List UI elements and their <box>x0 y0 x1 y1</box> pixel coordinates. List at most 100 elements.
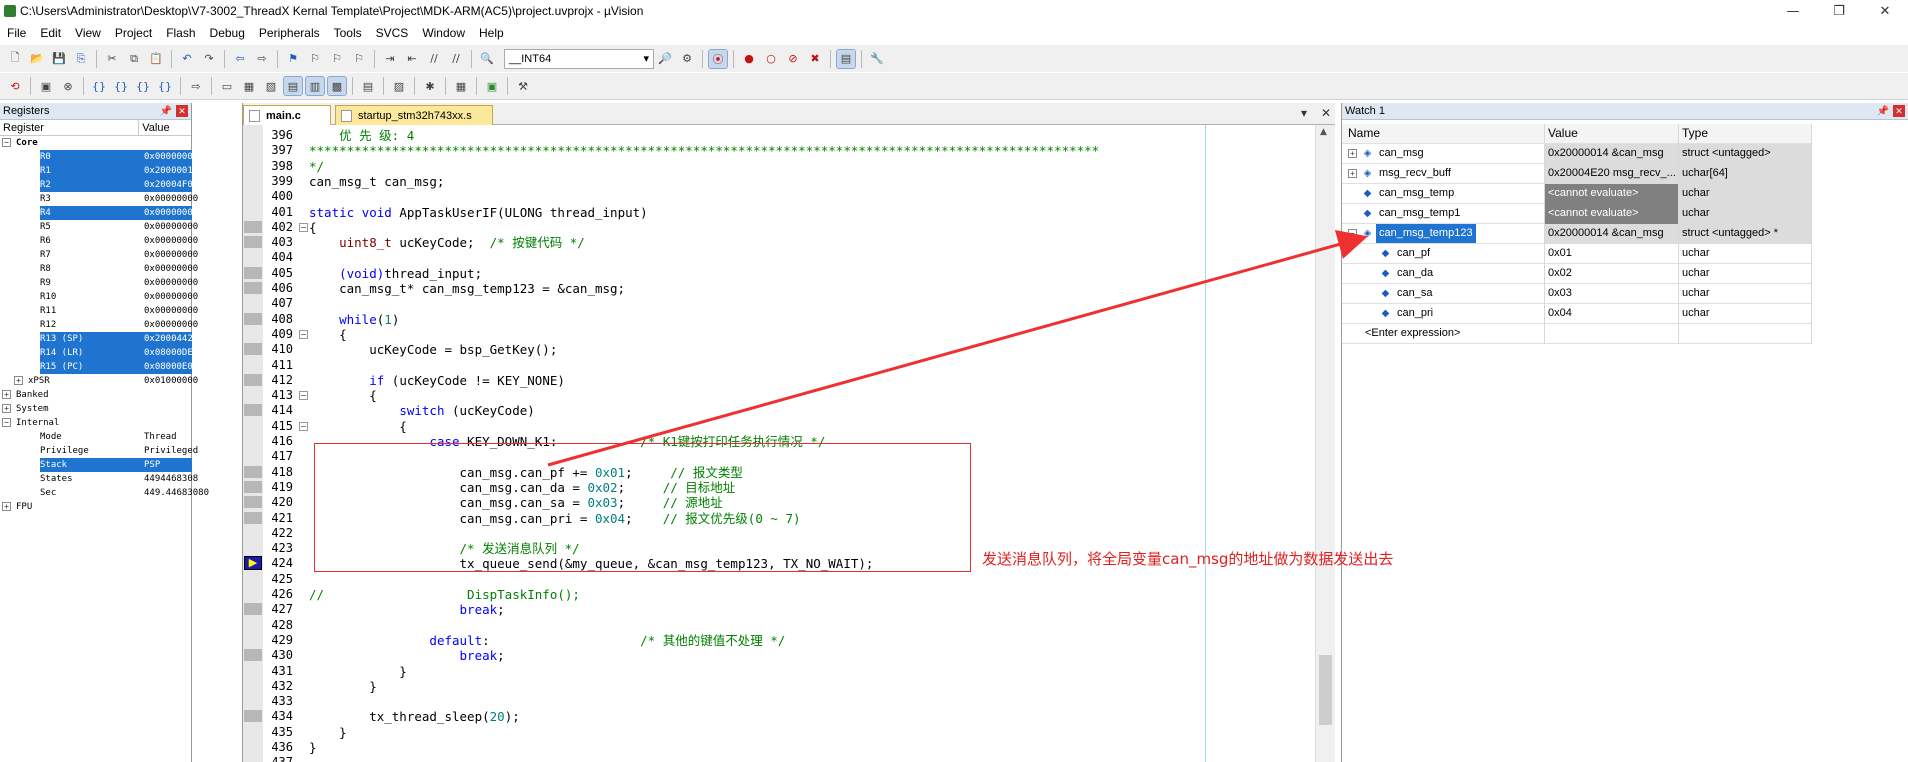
register-value[interactable] <box>144 500 192 514</box>
code-line[interactable]: // DispTaskInfo(); <box>309 587 580 602</box>
register-value[interactable]: 0x00000000 <box>144 220 198 234</box>
register-row[interactable]: Mode Thread <box>0 430 191 444</box>
watch-name-cell[interactable]: ◆ can_da <box>1342 264 1545 284</box>
watch-name-cell[interactable]: ◆ can_pri <box>1342 304 1545 324</box>
register-row[interactable]: R11 0x00000000 <box>0 304 198 318</box>
register-row[interactable]: R12 0x00000000 <box>0 318 198 332</box>
menu-window[interactable]: Window <box>415 26 472 40</box>
watch-windows-icon[interactable]: ▩ <box>327 76 347 96</box>
debug-session-icon[interactable]: ⦿ <box>708 48 728 69</box>
type-column-header[interactable]: Type <box>1679 124 1812 144</box>
code-line[interactable]: } <box>309 725 347 740</box>
code-line[interactable]: } <box>309 679 377 694</box>
register-row[interactable]: + Banked <box>0 388 191 402</box>
step-out-icon[interactable]: {} <box>134 77 152 95</box>
analysis-window-icon[interactable]: ✱ <box>421 77 439 95</box>
menu-project[interactable]: Project <box>108 26 159 40</box>
register-value[interactable]: 0x00000001 <box>144 206 198 220</box>
window-layout-icon[interactable]: ▤ <box>836 48 856 69</box>
redo-icon[interactable]: ↷ <box>200 50 218 68</box>
register-value[interactable] <box>144 416 192 430</box>
code-line[interactable]: /* 发送消息队列 */ <box>309 541 580 556</box>
watch-value[interactable]: 0x03 <box>1545 284 1679 304</box>
close-button[interactable]: ✕ <box>1862 0 1908 22</box>
paste-icon[interactable]: 📋 <box>147 50 165 68</box>
code-line[interactable]: uint8_t ucKeyCode; /* 按键代码 */ <box>309 235 585 250</box>
value-column-header[interactable]: Value <box>1545 124 1679 144</box>
watch-name-cell[interactable]: + ◈ msg_recv_buff <box>1342 164 1545 184</box>
register-row[interactable]: R14 (LR) 0x08000DE9 <box>0 346 198 360</box>
menu-help[interactable]: Help <box>472 26 511 40</box>
code-coverage-marker[interactable] <box>244 649 262 661</box>
watch-name-cell[interactable]: ◆ can_sa <box>1342 284 1545 304</box>
menu-edit[interactable]: Edit <box>33 26 68 40</box>
watch-row[interactable]: ◆ can_sa 0x03 uchar <box>1342 284 1812 304</box>
code-line[interactable]: case KEY_DOWN_K1: /* K1键按打印任务执行情况 */ <box>309 434 825 449</box>
register-row[interactable]: R2 0x20004F00 <box>0 178 198 192</box>
register-row[interactable]: R8 0x00000000 <box>0 262 198 276</box>
prev-bookmark-icon[interactable]: ⚐ <box>306 50 324 68</box>
code-coverage-marker[interactable] <box>244 466 262 478</box>
code-line[interactable]: (void)thread_input; <box>309 266 482 281</box>
code-line[interactable]: can_msg.can_da = 0x02; // 目标地址 <box>309 480 736 495</box>
watch-row[interactable]: + ◈ can_msg 0x20000014 &can_msg struct <unta… <box>1342 144 1812 164</box>
watch-value[interactable]: 0x01 <box>1545 244 1679 264</box>
enable-breakpoint-icon[interactable]: ○ <box>762 50 780 68</box>
fold-toggle-icon[interactable]: − <box>299 223 308 232</box>
watch-name-cell[interactable]: <Enter expression> <box>1342 324 1545 344</box>
navigate-back-icon[interactable]: ⇦ <box>231 50 249 68</box>
symbols-window-icon[interactable]: ▧ <box>262 77 280 95</box>
code-coverage-marker[interactable] <box>244 496 262 508</box>
navigate-forward-icon[interactable]: ⇨ <box>253 50 271 68</box>
register-value[interactable]: 0x01000000 <box>144 374 198 388</box>
close-icon[interactable]: ✕ <box>1893 105 1905 117</box>
find-in-files-icon[interactable]: 🔍 <box>478 50 496 68</box>
menu-tools[interactable]: Tools <box>327 26 369 40</box>
watch-value[interactable]: 0x20000014 &can_msg <box>1545 224 1679 244</box>
register-row[interactable]: R1 0x20000014 <box>0 164 198 178</box>
collapse-icon[interactable]: − <box>1348 229 1357 238</box>
expand-icon[interactable]: + <box>1348 149 1357 158</box>
watch-value[interactable]: 0x20000014 &can_msg <box>1545 144 1679 164</box>
disable-breakpoints-icon[interactable]: ⊘ <box>784 50 802 68</box>
code-coverage-marker[interactable] <box>244 603 262 615</box>
register-value[interactable]: PSP <box>144 458 192 472</box>
register-value[interactable]: 0x00000000 <box>144 262 198 276</box>
code-line[interactable]: break; <box>309 602 505 617</box>
code-line[interactable]: { <box>309 419 407 434</box>
watch-value[interactable]: 0x20004E20 msg_recv_... <box>1545 164 1679 184</box>
watch-name-cell[interactable]: − ◈ can_msg_temp123 <box>1342 224 1545 244</box>
comment-icon[interactable]: // <box>425 50 443 68</box>
menu-debug[interactable]: Debug <box>203 26 252 40</box>
run-to-cursor-icon[interactable]: {} <box>156 77 174 95</box>
register-value[interactable]: 0x00000004 <box>144 150 198 164</box>
watch-row[interactable]: + ◈ msg_recv_buff 0x20004E20 msg_recv_... uc… <box>1342 164 1812 184</box>
register-row[interactable]: R9 0x00000000 <box>0 276 198 290</box>
kill-breakpoints-icon[interactable]: ✖ <box>806 50 824 68</box>
fold-toggle-icon[interactable]: − <box>299 422 308 431</box>
code-coverage-marker[interactable] <box>244 221 262 233</box>
save-icon[interactable]: 💾 <box>50 50 68 68</box>
register-row[interactable]: R15 (PC) 0x08000E06 <box>0 360 198 374</box>
register-value[interactable]: 0x00000000 <box>144 234 198 248</box>
register-value[interactable]: 0x00000000 <box>144 290 198 304</box>
watch-row[interactable]: ◆ can_da 0x02 uchar <box>1342 264 1812 284</box>
close-icon[interactable]: ✕ <box>176 105 188 117</box>
maximize-button[interactable]: ❐ <box>1816 0 1862 22</box>
code-line[interactable]: while(1) <box>309 312 399 327</box>
code-line[interactable]: */ <box>309 159 324 174</box>
watch-name-cell[interactable]: ◆ can_pf <box>1342 244 1545 264</box>
watch-value[interactable] <box>1545 324 1679 344</box>
run-icon[interactable]: ▣ <box>37 77 55 95</box>
register-value[interactable] <box>144 388 192 402</box>
watch-name-cell[interactable]: + ◈ can_msg <box>1342 144 1545 164</box>
registers-window-icon[interactable]: ▤ <box>283 76 303 96</box>
register-row[interactable]: − Core <box>0 136 191 150</box>
register-value[interactable]: Privileged <box>144 444 198 458</box>
register-row[interactable]: States 4494468308 <box>0 472 198 486</box>
code-line[interactable]: default: /* 其他的键值不处理 */ <box>309 633 785 648</box>
code-line[interactable]: ucKeyCode = bsp_GetKey(); <box>309 342 557 357</box>
register-row[interactable]: + xPSR 0x01000000 <box>0 374 198 388</box>
collapse-icon[interactable]: − <box>2 418 11 427</box>
register-value[interactable]: 0x08000E06 <box>144 360 198 374</box>
